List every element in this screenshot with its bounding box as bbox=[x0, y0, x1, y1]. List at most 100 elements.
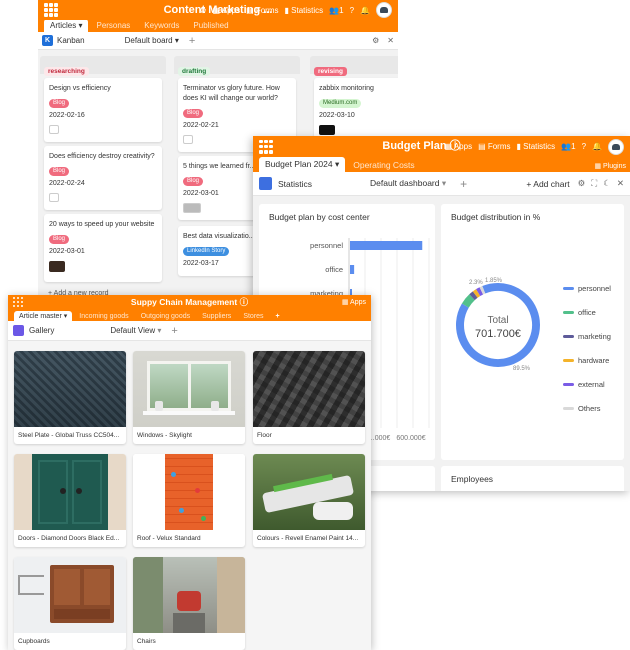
notification-bell-icon[interactable]: 🔔 bbox=[360, 6, 370, 15]
app-grid-icon[interactable] bbox=[259, 139, 273, 154]
add-view-icon[interactable]: + bbox=[171, 325, 177, 337]
tab-personas[interactable]: Personas bbox=[90, 19, 136, 32]
kanban-column-revising: revising zabbix monitoring Medium.com 20… bbox=[310, 56, 398, 146]
supply-chain-window: Suppy Chain Management ⓘ ▦ Apps Article … bbox=[8, 295, 371, 650]
kanban-card[interactable]: Design vs efficiency Blog 2022-02-16 bbox=[44, 78, 162, 142]
close-icon[interactable]: ✕ bbox=[617, 178, 624, 189]
column-label[interactable]: researching bbox=[44, 67, 89, 76]
kanban-card[interactable]: zabbix monitoring Medium.com 2022-03-10 bbox=[314, 78, 398, 138]
statistics-button[interactable]: ▮ Statistics bbox=[285, 6, 324, 15]
add-board-icon[interactable]: + bbox=[189, 35, 195, 47]
column-label[interactable]: drafting bbox=[178, 67, 211, 76]
fullscreen-icon[interactable]: ⛶ bbox=[591, 178, 597, 189]
bar-personnel[interactable] bbox=[350, 241, 423, 250]
legend-item-marketing[interactable]: marketing bbox=[563, 332, 611, 341]
tab-published[interactable]: Published bbox=[187, 19, 234, 32]
app-grid-icon[interactable] bbox=[44, 3, 58, 17]
statistics-icon bbox=[259, 177, 272, 190]
close-icon[interactable]: ✕ bbox=[387, 36, 394, 45]
paint-image bbox=[253, 454, 365, 530]
help-icon[interactable]: ? bbox=[350, 6, 354, 15]
bar-label-office: office bbox=[325, 265, 343, 274]
card-title: Design vs efficiency bbox=[49, 85, 111, 92]
gallery-card[interactable]: Windows - Skylight bbox=[133, 351, 245, 444]
card-attachment-icon bbox=[49, 125, 59, 134]
plugins-button[interactable]: ▦ Plugins bbox=[590, 162, 630, 172]
legend-item-others[interactable]: Others bbox=[563, 404, 601, 413]
settings-icon[interactable]: ⚙ bbox=[372, 36, 379, 45]
column-label[interactable]: revising bbox=[314, 67, 347, 76]
forms-button[interactable]: ▤ Forms bbox=[478, 142, 510, 151]
card-tag: Blog bbox=[49, 167, 70, 176]
forms-button[interactable]: ▤ Forms bbox=[246, 6, 278, 15]
app-grid-icon[interactable] bbox=[13, 297, 23, 307]
apps-button[interactable]: ▦ Apps bbox=[444, 142, 472, 151]
kanban-column-researching: researching Design vs efficiency Blog 20… bbox=[40, 56, 166, 320]
x-tick-label: 600.000€ bbox=[396, 435, 425, 442]
statistics-button[interactable]: ▮ Statistics bbox=[517, 142, 556, 151]
apps-button[interactable]: ▦ Apps bbox=[212, 6, 240, 15]
tab-articles[interactable]: Articles ▾ bbox=[44, 19, 89, 32]
gallery-card[interactable]: Doors - Diamond Doors Black Ed... bbox=[14, 454, 126, 547]
collaborators-count[interactable]: 👥1 bbox=[329, 6, 343, 15]
card-caption: Colours - Revell Enamel Paint 14... bbox=[257, 535, 359, 542]
tab-article-master[interactable]: Article master ▾ bbox=[14, 311, 73, 321]
add-chart-button[interactable]: + Add chart bbox=[526, 179, 569, 189]
card-title: Terminator vs glory future. How does KI … bbox=[183, 85, 280, 102]
help-icon[interactable]: ? bbox=[582, 142, 586, 151]
gallery-card[interactable]: Roof - Velux Standard bbox=[133, 454, 245, 547]
gallery-card[interactable]: Cupboards bbox=[14, 557, 126, 650]
gallery-card[interactable]: Floor bbox=[253, 351, 365, 444]
kanban-icon: K bbox=[42, 35, 53, 46]
add-table-icon[interactable]: + bbox=[271, 312, 285, 321]
card-tag: Blog bbox=[49, 99, 70, 108]
view-name: Statistics bbox=[278, 178, 313, 189]
tab-keywords[interactable]: Keywords bbox=[138, 19, 185, 32]
avatar[interactable] bbox=[376, 2, 392, 18]
tab-incoming-goods[interactable]: Incoming goods bbox=[74, 312, 133, 321]
floor-image bbox=[253, 351, 365, 427]
bar-office[interactable] bbox=[350, 265, 355, 274]
tab-operating-costs[interactable]: Operating Costs bbox=[347, 158, 420, 172]
settings-icon[interactable]: ⚙ bbox=[199, 6, 206, 15]
card-caption: Roof - Velux Standard bbox=[137, 535, 201, 542]
card-image-thumbnail bbox=[49, 261, 65, 272]
legend-item-office[interactable]: office bbox=[563, 308, 596, 317]
tab-budget-plan-2024[interactable]: Budget Plan 2024 ▾ bbox=[259, 157, 346, 172]
card-image-thumbnail bbox=[319, 125, 335, 135]
add-dashboard-icon[interactable]: + bbox=[460, 177, 467, 191]
card-caption: Doors - Diamond Doors Black Ed... bbox=[18, 535, 120, 542]
dark-mode-icon[interactable]: ☾ bbox=[603, 178, 611, 189]
gallery-card[interactable]: Steel Plate - Global Truss CC504... bbox=[14, 351, 126, 444]
info-icon[interactable]: ⓘ bbox=[240, 297, 249, 307]
apps-button[interactable]: ▦ Apps bbox=[342, 298, 366, 306]
base-title[interactable]: Budget Plan bbox=[382, 140, 446, 152]
kanban-card[interactable]: 20 ways to speed up your website Blog 20… bbox=[44, 214, 162, 282]
gallery-card[interactable]: Chairs bbox=[133, 557, 245, 650]
card-title: zabbix monitoring bbox=[319, 85, 374, 92]
tab-outgoing-goods[interactable]: Outgoing goods bbox=[136, 312, 195, 321]
tab-stores[interactable]: Stores bbox=[238, 312, 268, 321]
chart-title: Budget distribution in % bbox=[451, 212, 541, 222]
base-title[interactable]: Suppy Chain Management bbox=[131, 297, 237, 307]
avatar[interactable] bbox=[608, 138, 624, 155]
view-selector[interactable]: Default View ▾ bbox=[110, 326, 161, 335]
dashboard-selector[interactable]: Default dashboard ▾ bbox=[370, 178, 446, 189]
employees-panel: Employees bbox=[441, 466, 624, 491]
tab-suppliers[interactable]: Suppliers bbox=[197, 312, 236, 321]
card-image-thumbnail bbox=[183, 203, 201, 213]
settings-icon[interactable]: ⚙ bbox=[578, 178, 586, 189]
board-selector[interactable]: Default board ▾ bbox=[125, 36, 179, 45]
collaborators-count[interactable]: 👥1 bbox=[561, 142, 575, 151]
legend-item-external[interactable]: external bbox=[563, 380, 605, 389]
legend-item-hardware[interactable]: hardware bbox=[563, 356, 609, 365]
card-caption: Chairs bbox=[137, 638, 156, 645]
kanban-card[interactable]: Does efficiency destroy creativity? Blog… bbox=[44, 146, 162, 210]
card-attachment-icon bbox=[49, 193, 59, 202]
card-caption: Steel Plate - Global Truss CC504... bbox=[18, 432, 120, 439]
legend-item-personnel[interactable]: personnel bbox=[563, 284, 611, 293]
notification-bell-icon[interactable]: 🔔 bbox=[592, 142, 602, 151]
gallery-card[interactable]: Colours - Revell Enamel Paint 14... bbox=[253, 454, 365, 547]
gallery-toolbar: Gallery Default View ▾ + bbox=[8, 321, 371, 341]
card-date: 2022-02-24 bbox=[49, 180, 85, 187]
